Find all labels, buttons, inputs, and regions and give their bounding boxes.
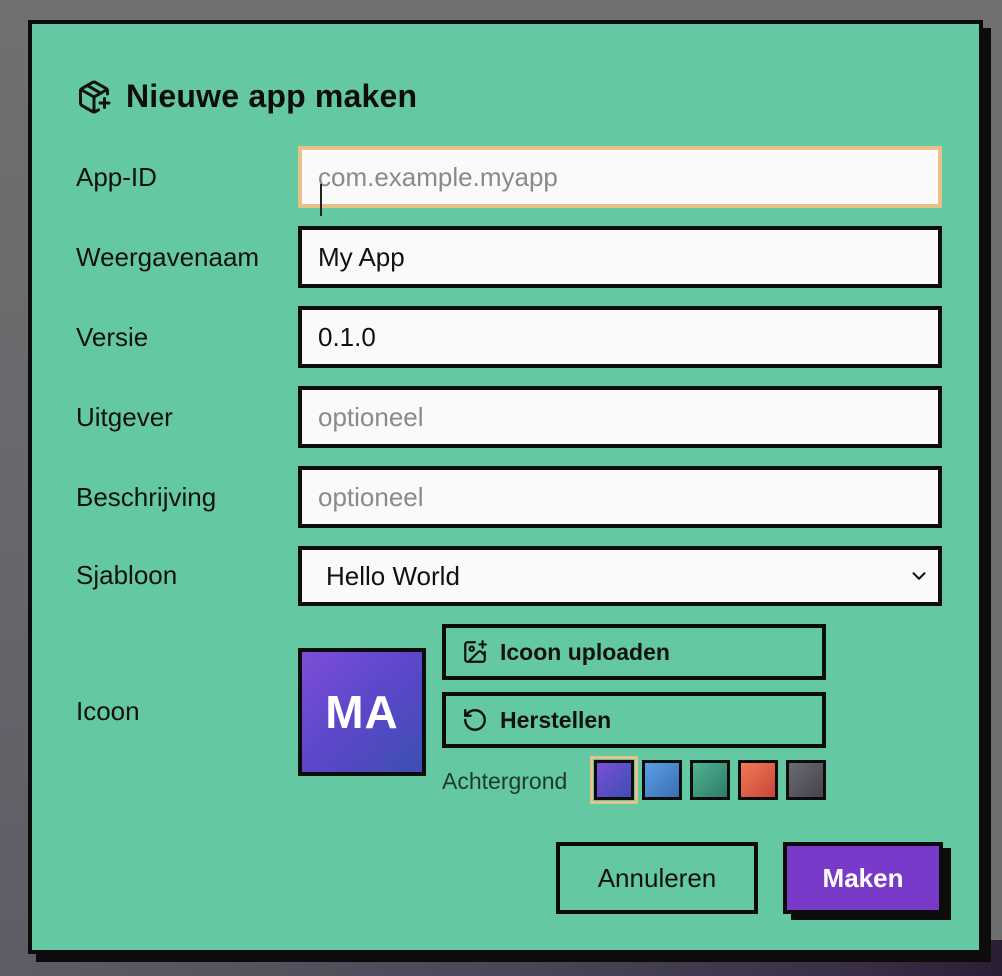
dialog-title: Nieuwe app maken [126, 78, 418, 114]
backdrop-left [0, 0, 30, 976]
background-label: Achtergrond [442, 768, 568, 794]
template-select[interactable]: Hello World [298, 546, 942, 606]
upload-icon-button-label: Icoon uploaden [500, 638, 670, 665]
swatch-purple[interactable] [590, 756, 638, 804]
description-input[interactable] [298, 466, 942, 528]
version-input[interactable] [298, 306, 942, 368]
swatch-teal[interactable] [690, 756, 738, 804]
app-icon-preview: MA [298, 648, 426, 776]
icon-label: Icoon [76, 696, 140, 726]
app-icon-initials: MA [325, 686, 399, 738]
app-id-label: App-ID [76, 162, 157, 192]
display-name-label: Weergavenaam [76, 242, 260, 272]
swatch-fill [690, 760, 730, 800]
chevron-down-icon [912, 572, 926, 580]
text-caret [320, 184, 322, 216]
display-name-input[interactable] [298, 226, 942, 288]
version-label: Versie [76, 322, 149, 352]
create-button[interactable]: Maken [783, 842, 943, 914]
package-plus-icon [79, 80, 111, 113]
swatch-red[interactable] [738, 756, 786, 804]
swatch-fill [738, 760, 778, 800]
publisher-input[interactable] [298, 386, 942, 448]
cancel-button[interactable]: Annuleren [556, 842, 758, 914]
upload-icon-button[interactable]: Icoon uploaden [442, 624, 826, 680]
reset-icon-button-label: Herstellen [500, 706, 612, 733]
description-label: Beschrijving [76, 482, 217, 512]
swatch-blue[interactable] [642, 756, 690, 804]
dialog-header: Nieuwe app maken [76, 78, 417, 115]
swatch-gray[interactable] [786, 756, 834, 804]
publisher-label: Uitgever [76, 402, 173, 432]
swatch-fill [642, 760, 682, 800]
app-id-input[interactable] [298, 146, 942, 208]
swatch-fill [594, 760, 634, 800]
swatch-fill [786, 760, 826, 800]
new-app-dialog: Nieuwe app maken App-ID Weergavenaam Ver… [28, 20, 983, 954]
template-label: Sjabloon [76, 560, 178, 590]
image-plus-icon [464, 640, 487, 663]
rotate-ccw-icon [464, 709, 486, 731]
template-select-value: Hello World [326, 560, 460, 591]
reset-icon-button[interactable]: Herstellen [442, 692, 826, 748]
